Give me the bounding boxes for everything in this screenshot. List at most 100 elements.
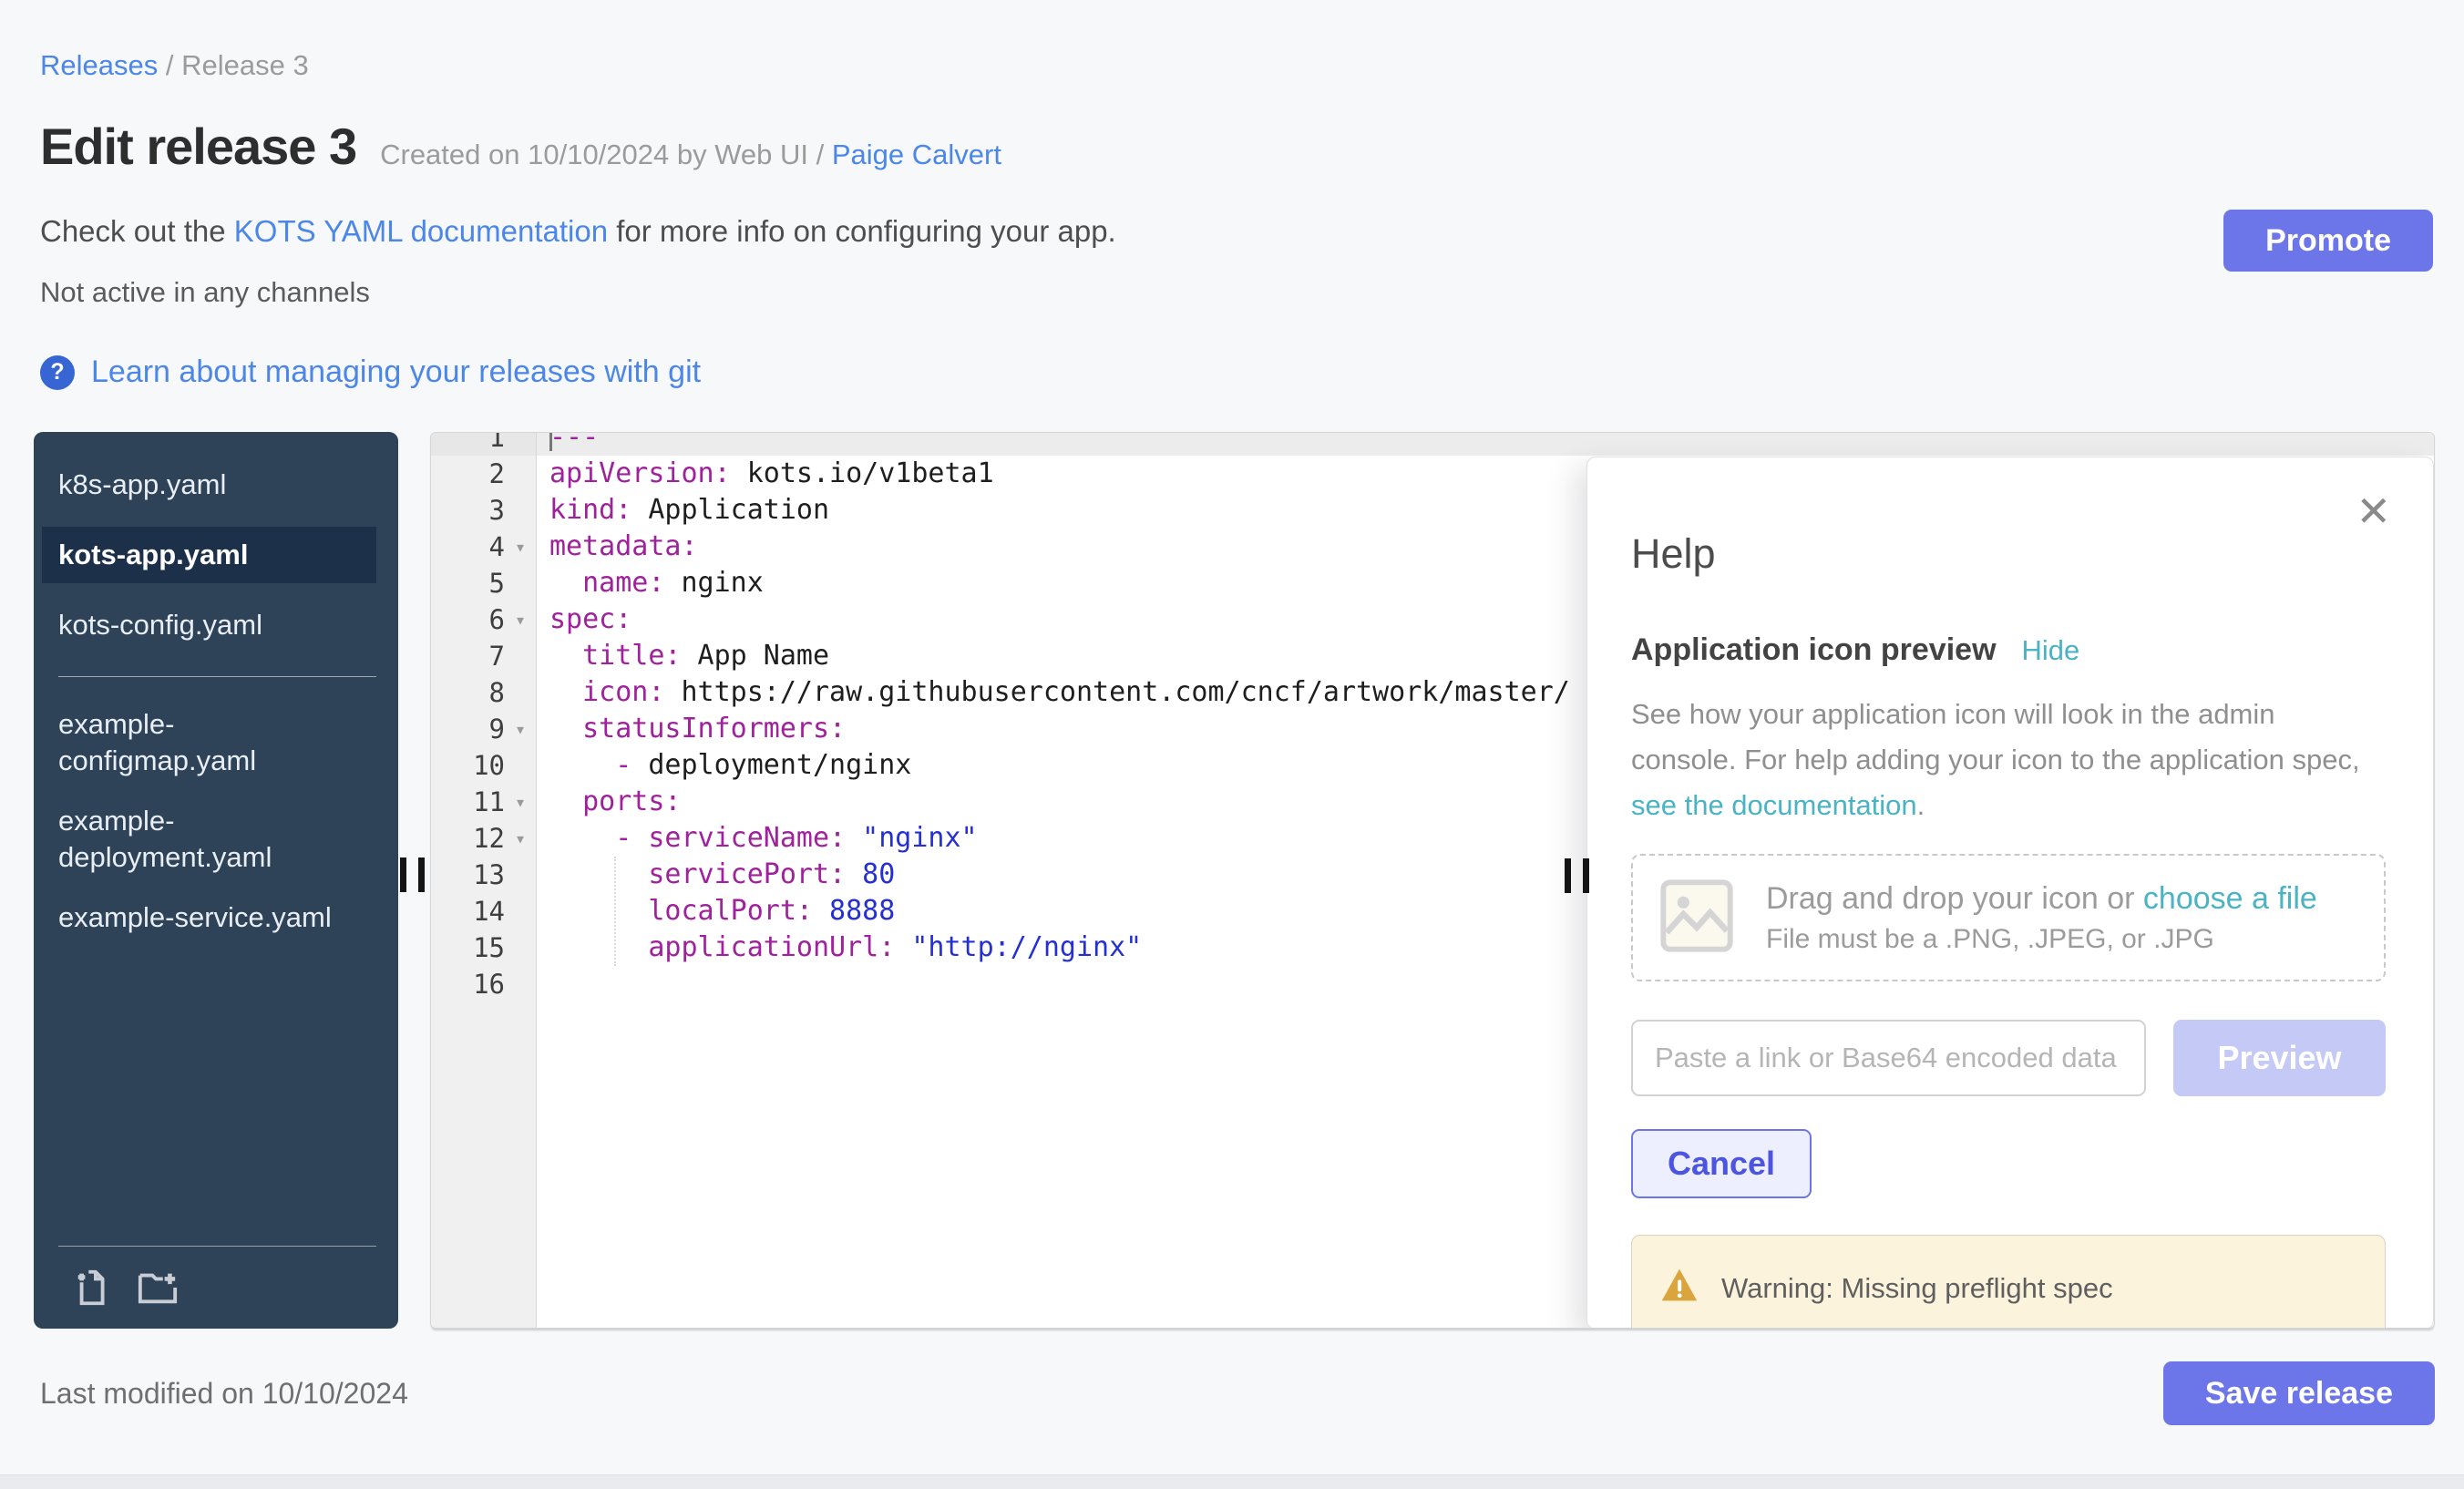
fold-spacer [505,638,536,674]
fold-arrow-icon[interactable]: ▾ [505,784,536,820]
gutter-line-12: 12▾ [431,820,536,857]
gutter-line-10: 10 [431,747,536,784]
file-list-divider [58,676,376,677]
help-panel-resize-handle[interactable] [1565,858,1589,893]
fold-arrow-icon[interactable]: ▾ [505,529,536,565]
fold-arrow-icon[interactable]: ▾ [505,820,536,857]
breadcrumb-current: Release 3 [181,49,309,81]
sidebar-file-example-service.yaml[interactable]: example-service.yaml [58,899,359,936]
cancel-button[interactable]: Cancel [1631,1129,1812,1198]
sidebar-file-kots-app.yaml[interactable]: kots-app.yaml [42,527,376,583]
doc-line: Check out the KOTS YAML documentation fo… [40,214,2464,249]
sidebar-file-example-deployment.yaml[interactable]: example-deployment.yaml [58,803,359,876]
line-number: 7 [489,638,505,674]
fold-spacer [505,747,536,784]
line-number: 9 [489,711,505,747]
fold-spacer [505,857,536,893]
sidebar-file-k8s-app.yaml[interactable]: k8s-app.yaml [58,467,359,503]
sidebar-file-kots-config.yaml[interactable]: kots-config.yaml [58,607,359,643]
line-number: 14 [473,893,505,929]
promote-button[interactable]: Promote [2223,210,2433,272]
hide-link[interactable]: Hide [2022,634,2080,667]
gutter-line-11: 11▾ [431,784,536,820]
help-panel: ✕ Help Application icon preview Hide See… [1586,457,2434,1329]
save-release-button[interactable]: Save release [2163,1361,2435,1425]
line-number: 16 [473,966,505,1002]
line-number: 2 [489,456,505,492]
help-title: Help [1631,530,2386,578]
line-number: 3 [489,492,505,529]
editor-gutter: 1234▾56▾789▾1011▾12▾13141516 [431,433,537,1328]
icon-url-input[interactable] [1631,1020,2146,1096]
code-line-1[interactable]: --- [537,433,2434,456]
drop-zone-text: Drag and drop your icon or choose a file [1766,881,2317,916]
kots-yaml-doc-link[interactable]: KOTS YAML documentation [234,214,608,248]
line-number: 13 [473,857,505,893]
created-author-link[interactable]: Paige Calvert [832,139,1001,170]
image-placeholder-icon [1657,876,1737,960]
gutter-line-4: 4▾ [431,529,536,565]
last-modified-text: Last modified on 10/10/2024 [40,1377,408,1411]
line-number: 4 [489,529,505,565]
sidebar-bottom [58,1246,376,1309]
close-icon[interactable]: ✕ [2356,490,2391,532]
gutter-line-5: 5 [431,565,536,601]
fold-spacer [505,674,536,711]
gutter-line-14: 14 [431,893,536,929]
fold-spacer [505,893,536,929]
new-file-icon[interactable] [73,1267,115,1309]
fold-spacer [505,433,536,456]
file-sidebar: k8s-app.yaml kots-app.yaml kots-config.yam… [34,432,398,1329]
gutter-line-7: 7 [431,638,536,674]
doc-line-text: Check out the [40,214,234,248]
git-releases-link[interactable]: Learn about managing your releases with … [91,354,701,390]
warning-title: Warning: Missing preflight spec [1721,1272,2113,1305]
line-number: 12 [473,820,505,857]
see-documentation-link[interactable]: see the documentation [1631,789,1917,821]
line-number: 15 [473,929,505,966]
channel-status: Not active in any channels [40,276,2464,309]
fold-spacer [505,492,536,529]
gutter-line-13: 13 [431,857,536,893]
gutter-line-15: 15 [431,929,536,966]
page-scrollbar[interactable] [0,1474,2464,1489]
fold-spacer [505,966,536,1002]
sidebar-bottom-divider [58,1246,376,1247]
new-folder-icon[interactable] [137,1267,179,1309]
icon-preview-title: Application icon preview [1631,632,1997,668]
code-editor: 1234▾56▾789▾1011▾12▾13141516 ---apiVersi… [430,432,2435,1329]
icon-drop-zone[interactable]: Drag and drop your icon or choose a file… [1631,854,2386,981]
indent-guide [614,857,616,966]
sidebar-resize-handle[interactable] [400,857,425,892]
fold-spacer [505,456,536,492]
created-text: Created on 10/10/2024 by Web UI / [380,139,832,170]
preview-button[interactable]: Preview [2173,1020,2386,1096]
help-body-suffix: . [1917,789,1925,821]
breadcrumb-releases-link[interactable]: Releases [40,49,158,81]
breadcrumb-separator: / [166,49,174,81]
sidebar-file-example-configmap.yaml[interactable]: example-configmap.yaml [58,706,359,779]
footer: Last modified on 10/10/2024 Save release [40,1361,2435,1425]
line-number: 8 [489,674,505,711]
drop-zone-hint: File must be a .PNG, .JPEG, or .JPG [1766,924,2317,955]
line-number: 6 [489,601,505,638]
title-row: Edit release 3 Created on 10/10/2024 by … [40,117,2464,176]
git-link-row: ? Learn about managing your releases wit… [40,354,2464,390]
choose-file-link[interactable]: choose a file [2143,881,2317,916]
drop-zone-label: Drag and drop your icon or [1766,881,2143,916]
gutter-line-16: 16 [431,966,536,1002]
fold-spacer [505,929,536,966]
gutter-line-2: 2 [431,456,536,492]
page-title: Edit release 3 [40,117,356,176]
fold-arrow-icon[interactable]: ▾ [505,711,536,747]
breadcrumb: Releases / Release 3 [0,0,2464,82]
warning-box: Warning: Missing preflight spec Warning … [1631,1235,2386,1329]
help-question-icon: ? [40,355,75,390]
line-number: 11 [473,784,505,820]
warning-triangle-icon [1659,1265,1699,1312]
editor-gutter-lines: 1234▾56▾789▾1011▾12▾13141516 [431,433,536,1002]
file-list: k8s-app.yaml kots-app.yaml kots-config.yam… [34,432,398,936]
fold-arrow-icon[interactable]: ▾ [505,601,536,638]
gutter-line-6: 6▾ [431,601,536,638]
line-number: 5 [489,565,505,601]
